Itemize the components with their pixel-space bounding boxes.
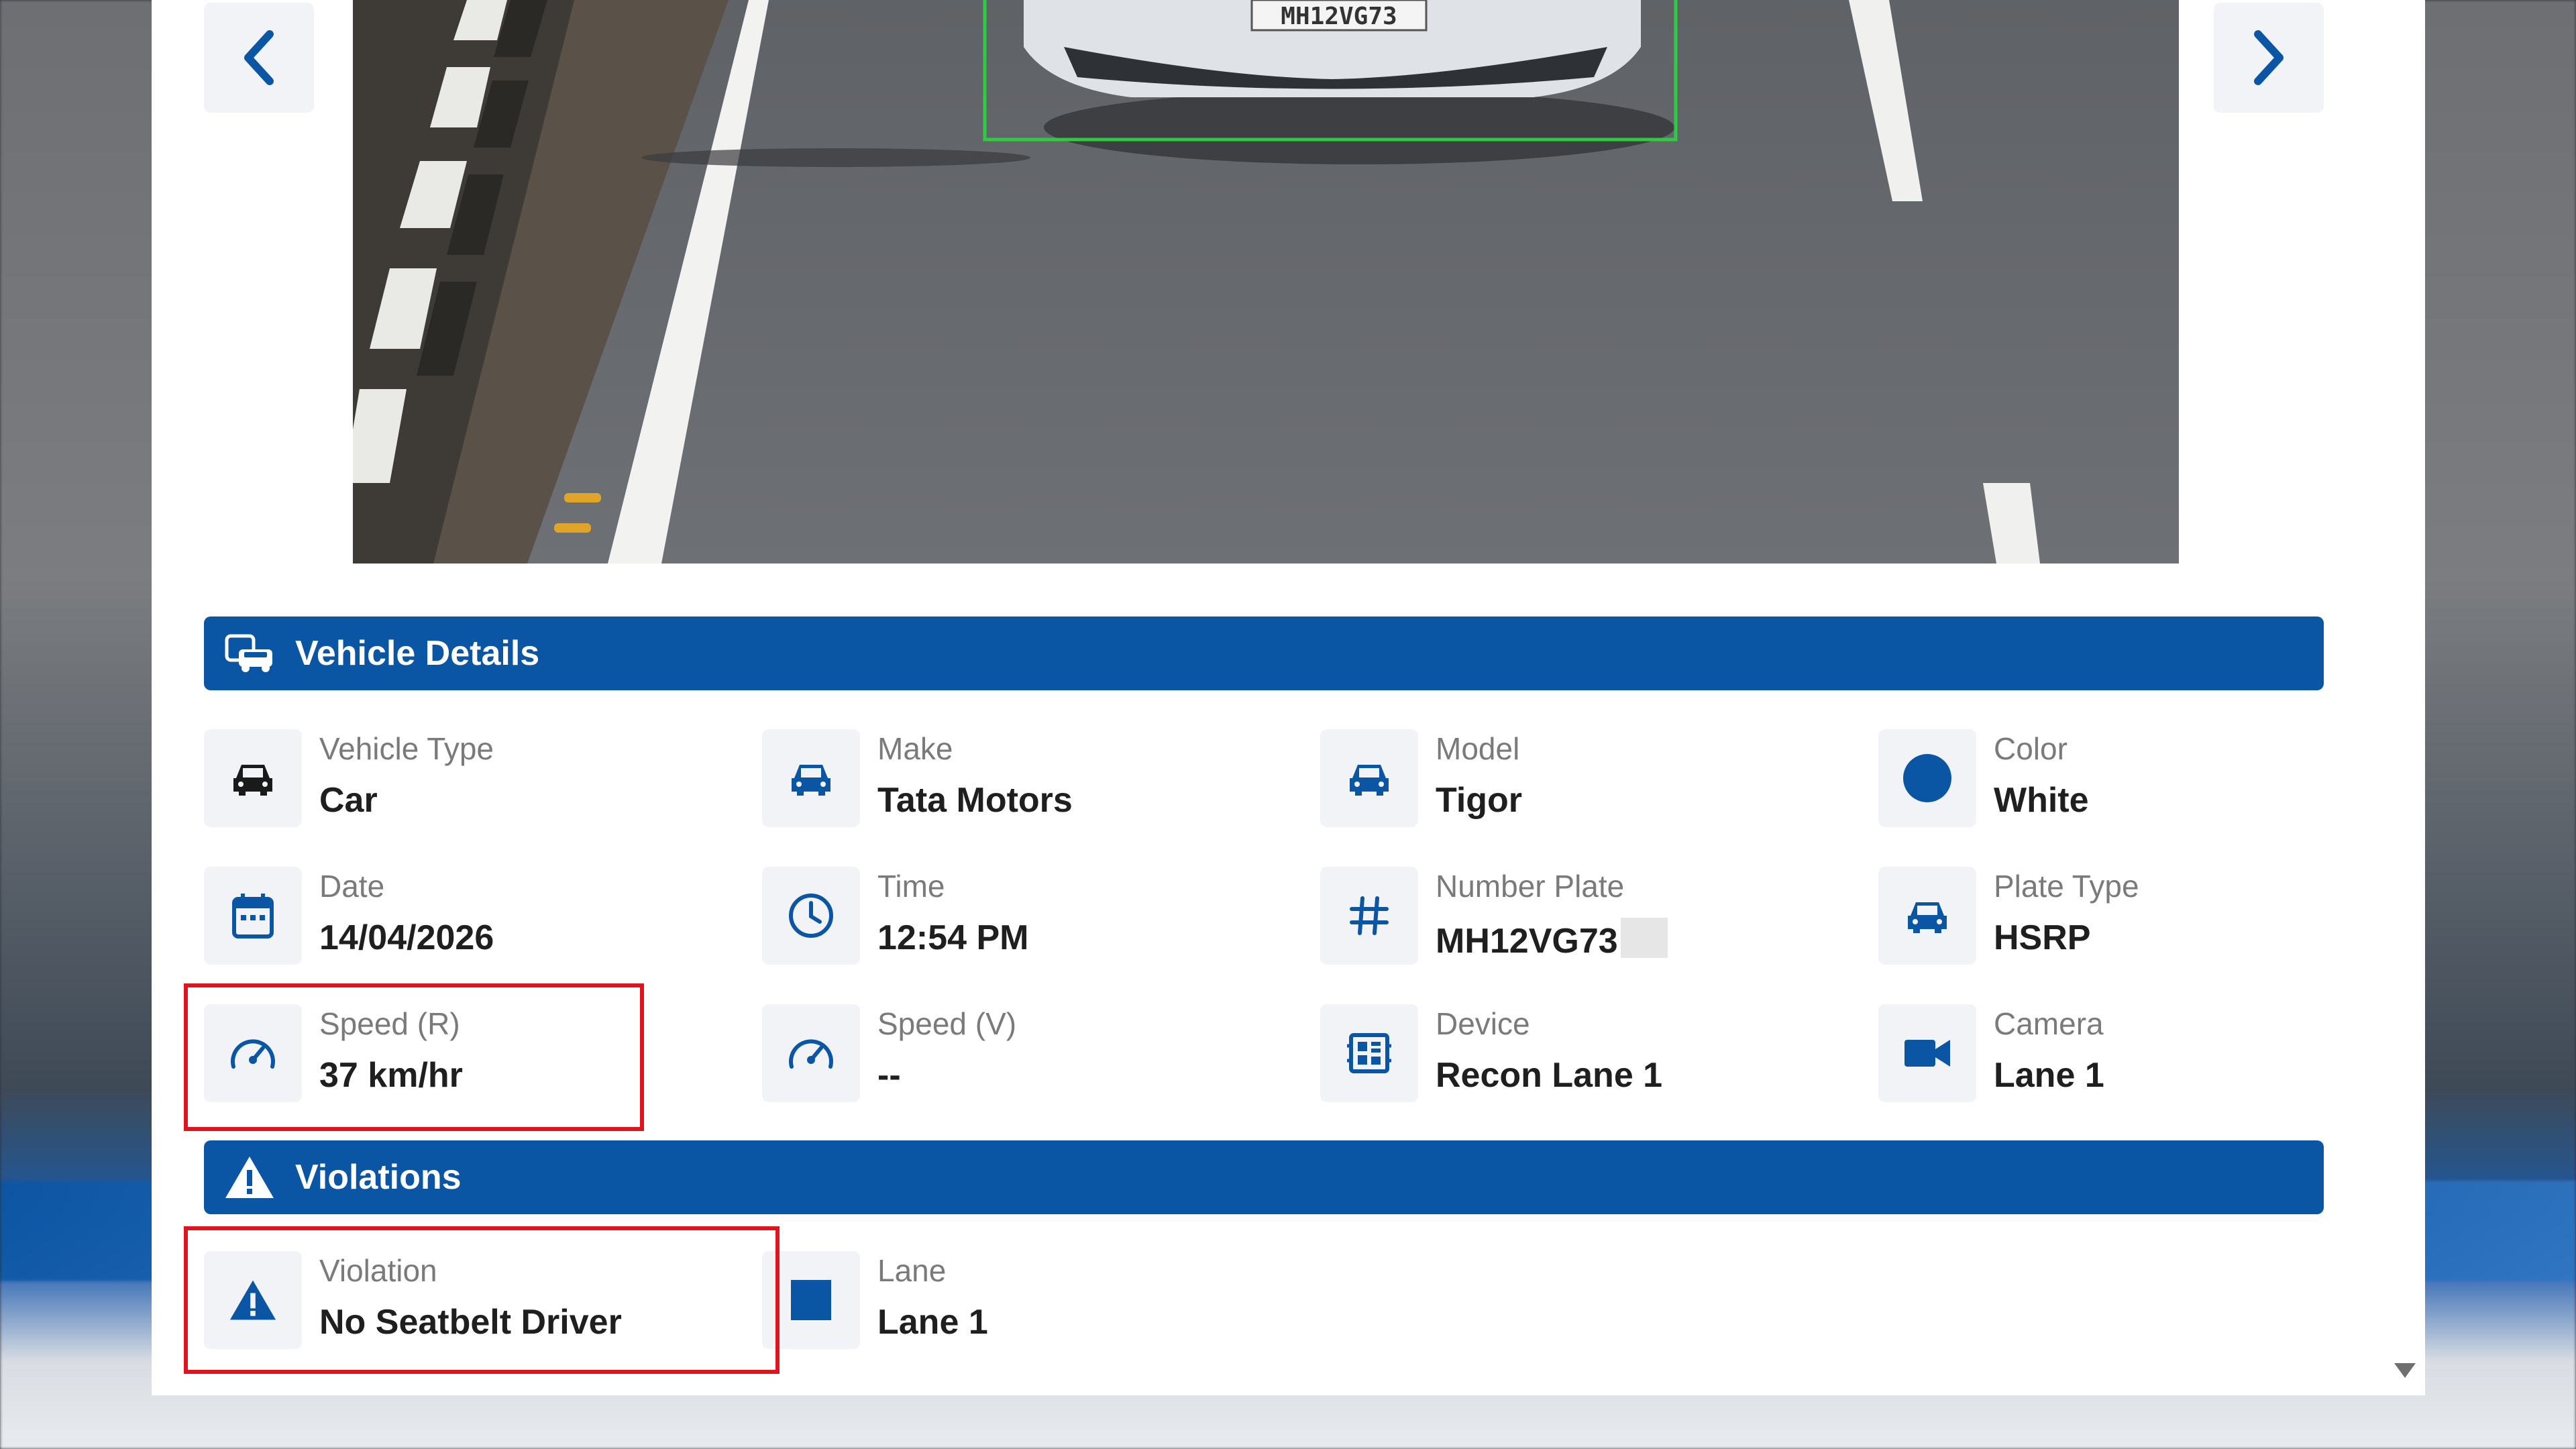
field-value: Tata Motors [877,781,1073,820]
field-make: Make Tata Motors [762,729,1299,830]
field-value: Recon Lane 1 [1436,1056,1663,1095]
vehicle-photo: MH12VG73 [353,0,2179,564]
highlight-speed-r [184,983,644,1131]
previous-image-button[interactable] [204,3,314,113]
chevron-right-icon [2254,30,2284,85]
video-camera-icon [1878,1004,1976,1102]
field-lane: Lane Lane 1 [762,1251,1299,1352]
clock-icon [762,867,860,965]
field-time: Time 12:54 PM [762,867,1299,967]
car-front-icon [762,729,860,827]
field-value: -- [877,1056,901,1095]
field-value: Tigor [1436,781,1523,820]
scroll-down-arrow-icon[interactable] [2393,1362,2417,1379]
field-value: Lane 1 [877,1303,988,1342]
field-number-plate: Number Plate MH12VG73 [1320,867,1857,967]
field-vehicle-type: Vehicle Type Car [204,729,741,830]
hash-icon [1320,867,1418,965]
plate-text: MH12VG73 [1281,3,1397,30]
field-plate-type: Plate Type HSRP [1878,867,2415,967]
field-label: Model [1436,731,1520,766]
violation-detail-modal: MH12VG73 Vehicle Details Vehicle Type Ca… [152,0,2425,1395]
car-front-icon [1320,729,1418,827]
circle-icon [1878,729,1976,827]
vehicle-details-header: Vehicle Details [204,616,2324,690]
field-label: Color [1994,731,2068,766]
field-camera: Camera Lane 1 [1878,1004,2415,1105]
field-label: Time [877,869,945,904]
field-value: MH12VG73 [1436,918,1668,961]
violations-title: Violations [295,1158,462,1197]
next-image-button[interactable] [2214,3,2324,113]
field-label: Vehicle Type [319,731,494,766]
speedometer-icon [762,1004,860,1102]
car-front-icon [1878,867,1976,965]
car-icon [204,729,302,827]
field-label: Camera [1994,1006,2104,1041]
calendar-icon [204,867,302,965]
warning-icon [224,1152,275,1203]
number-plate-value: MH12VG73 [1436,922,1618,961]
highlight-violation [184,1226,780,1374]
field-value: 14/04/2026 [319,918,494,957]
field-date: Date 14/04/2026 [204,867,741,967]
field-model: Model Tigor [1320,729,1857,830]
field-label: Lane [877,1253,947,1288]
field-label: Device [1436,1006,1530,1041]
chevron-left-icon [244,30,274,85]
field-speed-v: Speed (V) -- [762,1004,1299,1105]
vehicle-details-title: Vehicle Details [295,634,540,673]
field-label: Make [877,731,953,766]
device-icon [1320,1004,1418,1102]
field-value: Lane 1 [1994,1056,2104,1095]
redacted-block [1620,918,1668,958]
field-value: White [1994,781,2089,820]
field-color: Color White [1878,729,2415,830]
field-value: HSRP [1994,918,2091,957]
violations-header: Violations [204,1140,2324,1214]
field-value: 12:54 PM [877,918,1029,957]
field-device: Device Recon Lane 1 [1320,1004,1857,1105]
field-label: Number Plate [1436,869,1625,904]
field-value: Car [319,781,378,820]
vehicle-details-icon [224,628,275,679]
field-label: Plate Type [1994,869,2139,904]
field-label: Date [319,869,385,904]
field-label: Speed (V) [877,1006,1017,1041]
